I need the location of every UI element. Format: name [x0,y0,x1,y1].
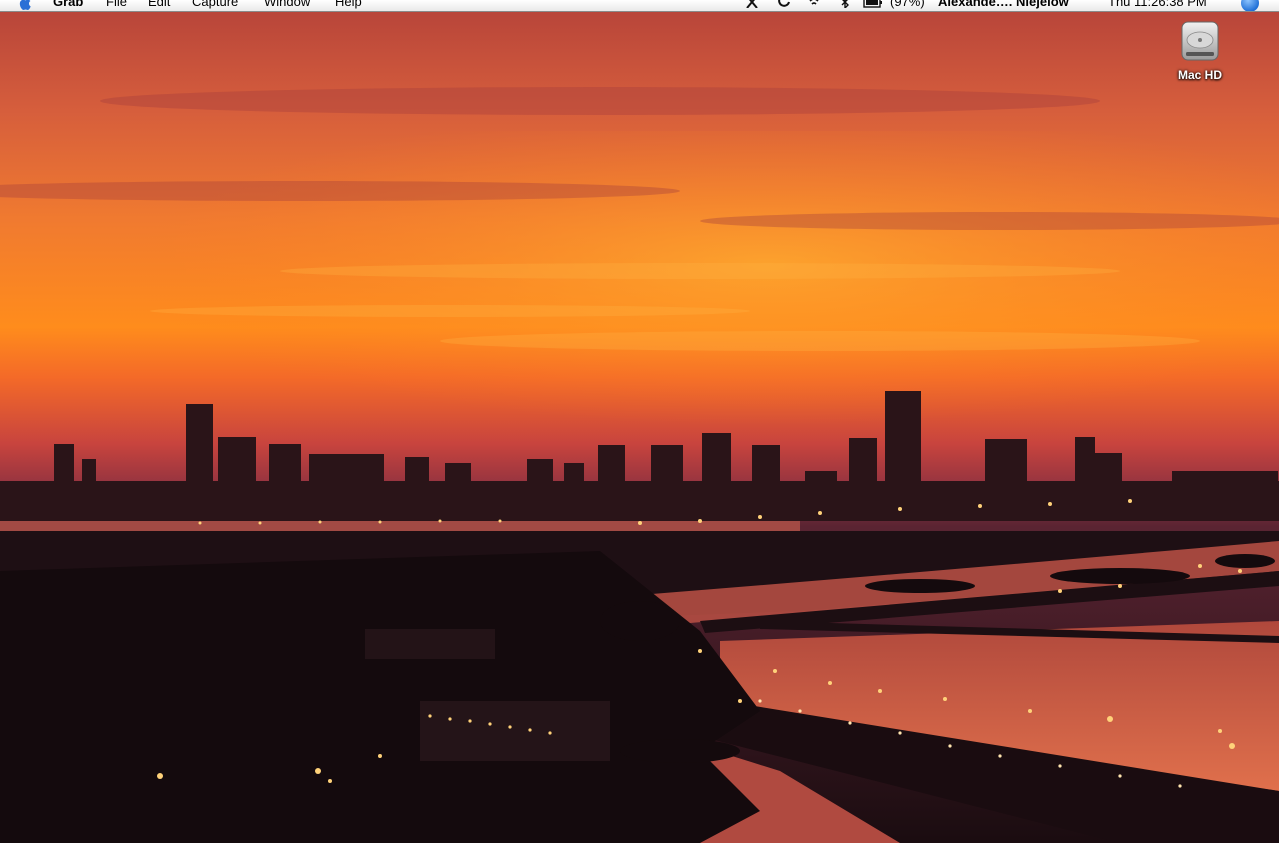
desktop-icon-label: Mac HD [1177,68,1222,82]
apple-icon[interactable] [18,0,34,10]
bluetooth-icon[interactable] [838,0,852,8]
battery-percent: (97%) [890,0,925,9]
user-menu[interactable]: Alexande…. Niejelow [938,0,1069,8]
menu-edit[interactable]: Edit [148,0,170,8]
close-x-icon[interactable] [745,0,759,8]
menu-app-grab[interactable]: Grab [53,0,83,8]
wifi-icon[interactable] [807,0,821,8]
menu-file[interactable]: File [106,0,127,8]
battery-icon[interactable] [863,0,883,8]
menu-clock[interactable]: Thu 11:26:38 PM [1108,0,1207,8]
spotlight-icon[interactable] [1241,0,1259,11]
hard-drive-icon [1181,21,1219,61]
time-machine-icon[interactable] [777,0,791,8]
menu-help[interactable]: Help [335,0,362,8]
desktop-icon-mac-hd[interactable]: Mac HD [1168,18,1232,84]
menu-capture[interactable]: Capture [192,0,238,8]
desktop-wallpaper [0,11,1279,843]
menu-window[interactable]: Window [264,0,310,8]
menu-bar: Grab File Edit Capture Window Help (97%)… [0,0,1279,12]
